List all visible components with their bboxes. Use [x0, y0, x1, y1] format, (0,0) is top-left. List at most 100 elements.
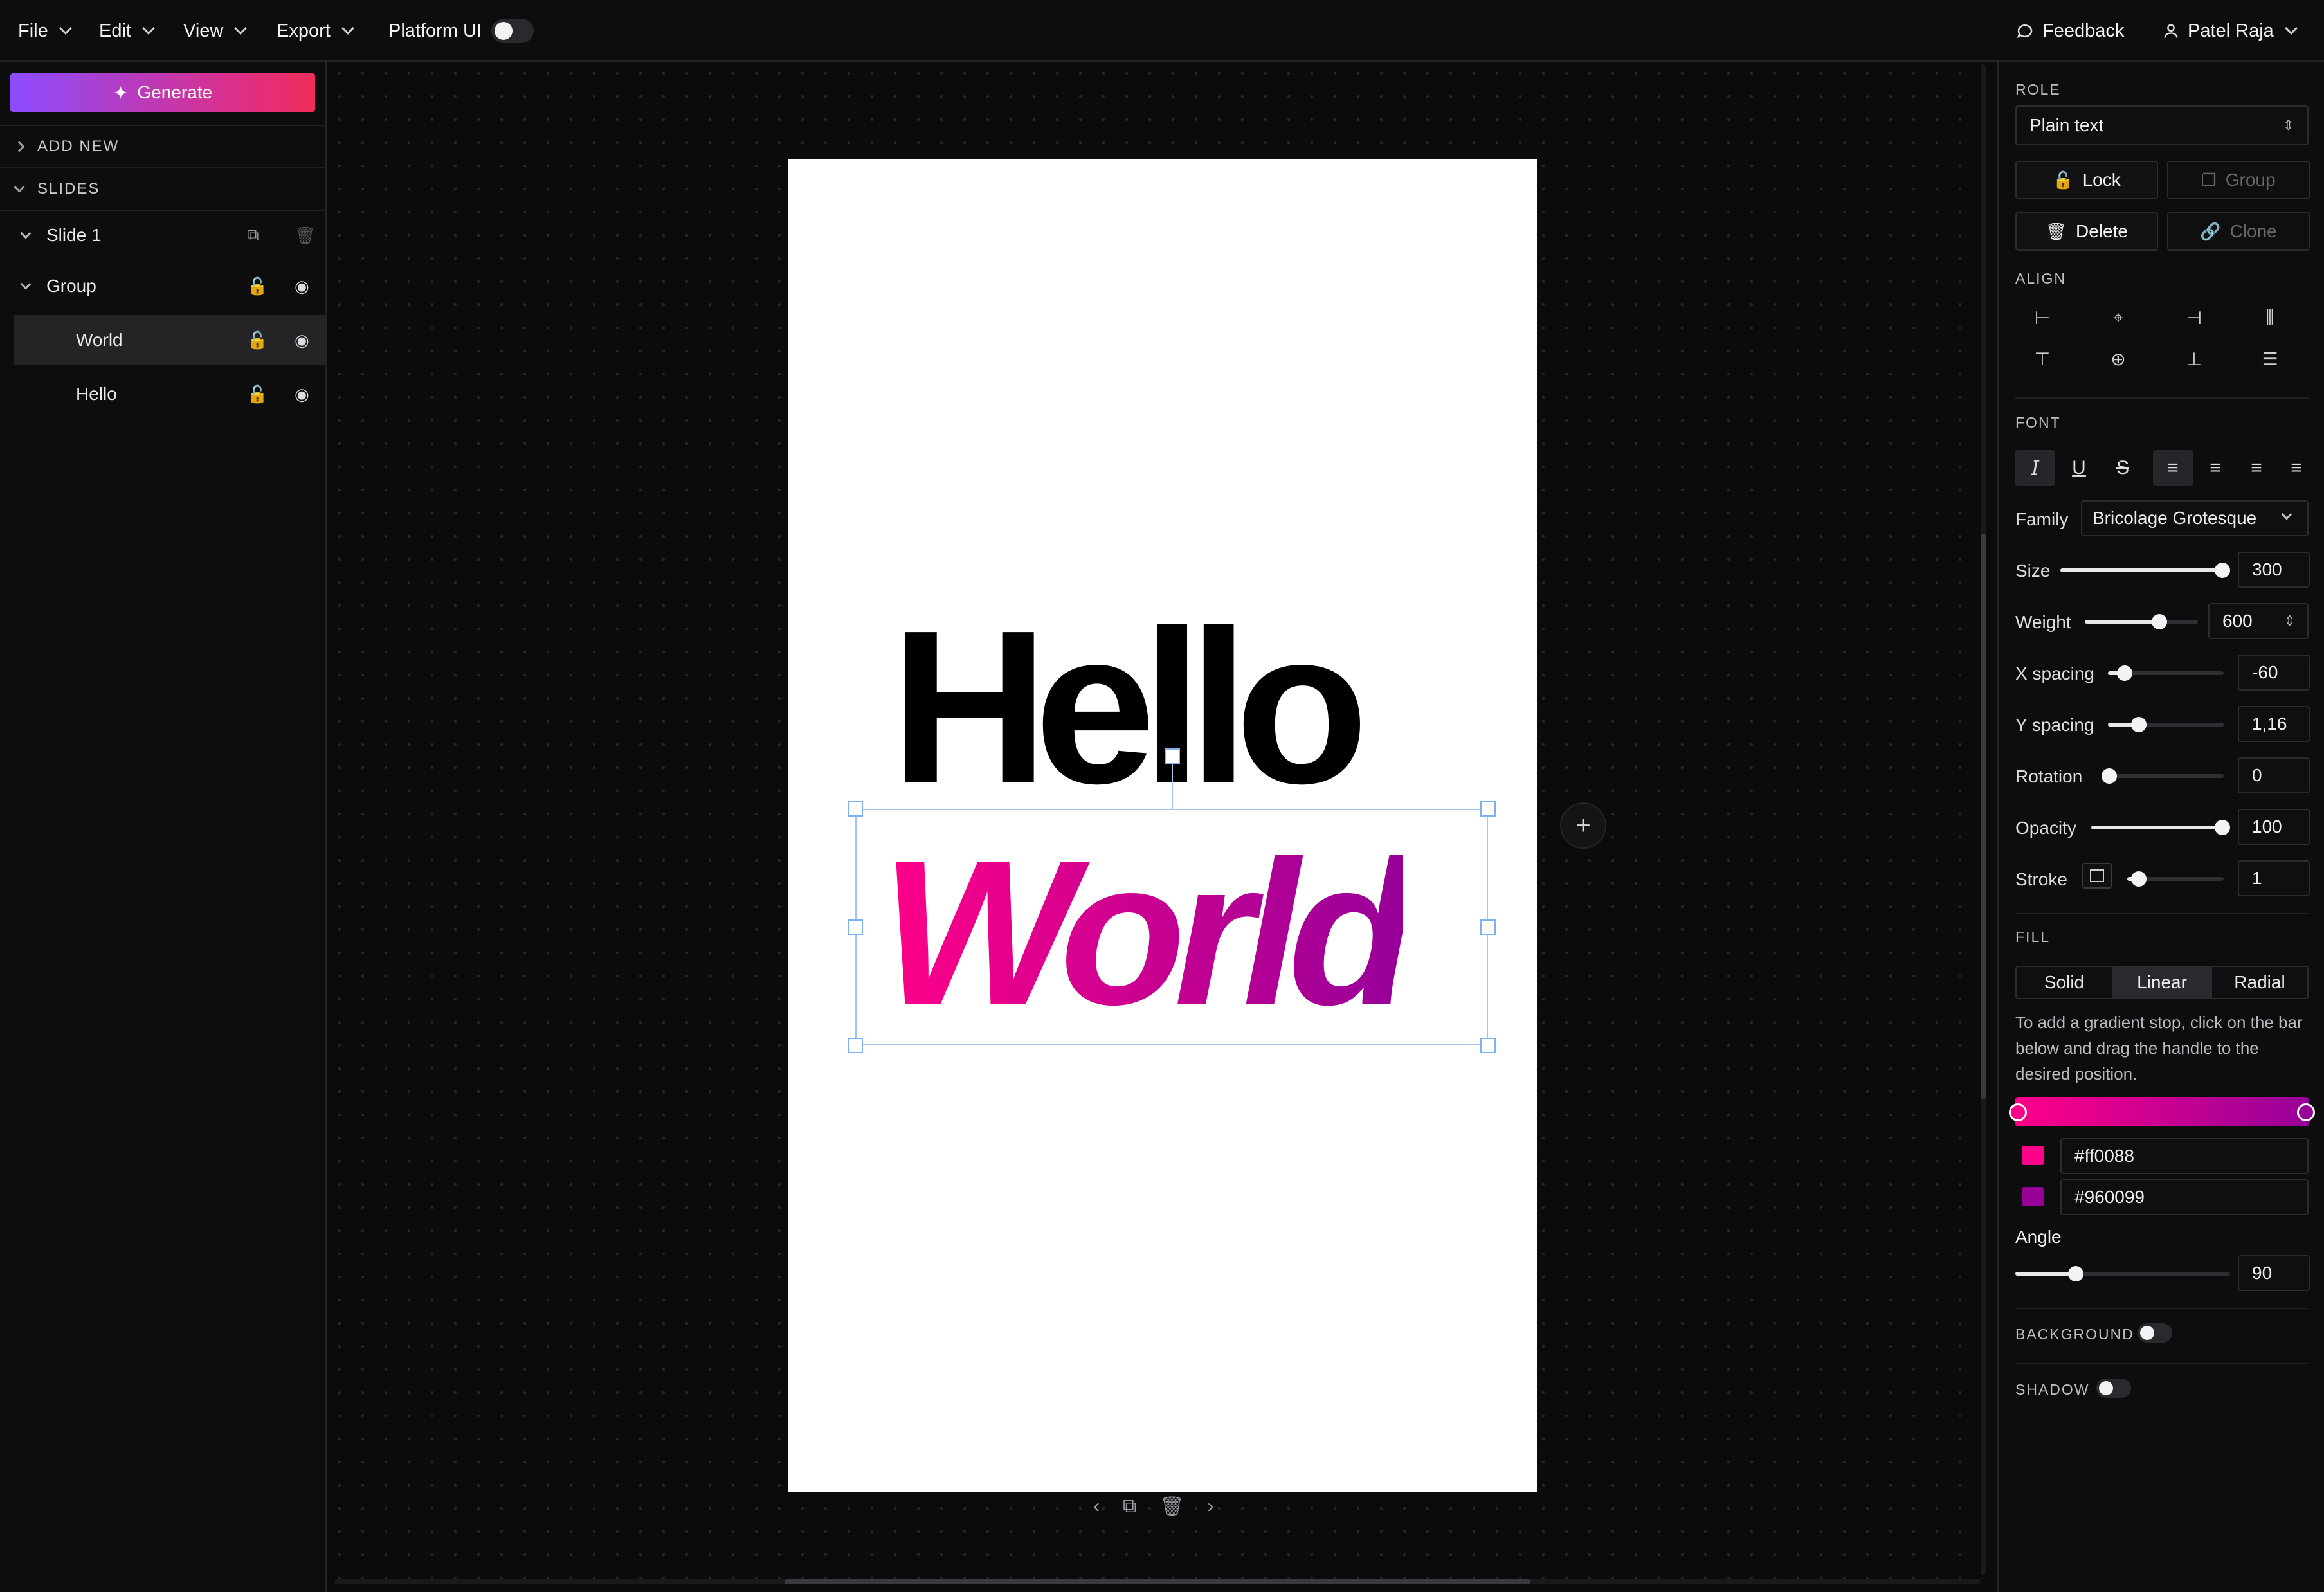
- generate-button[interactable]: ✦ Generate: [10, 73, 315, 112]
- align-bottom-icon[interactable]: ⊥: [2181, 348, 2207, 370]
- vertical-scrollbar[interactable]: [1981, 64, 1986, 1575]
- scrollbar-thumb[interactable]: [1981, 534, 1986, 1099]
- text-align-left-icon[interactable]: ≡: [2153, 450, 2193, 486]
- delete-button[interactable]: 🗑 Delete: [2015, 212, 2158, 251]
- layer-slide-1[interactable]: Slide 1 ⧉ 🗑: [0, 210, 325, 260]
- slider-knob[interactable]: [2131, 871, 2147, 887]
- stop2-hex-input[interactable]: #960099: [2060, 1179, 2309, 1215]
- file-menu[interactable]: File: [18, 0, 72, 62]
- y-spacing-input[interactable]: 1,16: [2238, 706, 2310, 742]
- duplicate-icon[interactable]: ⧉: [1123, 1496, 1136, 1518]
- stop2-color-swatch[interactable]: [2022, 1187, 2044, 1206]
- align-top-icon[interactable]: ⊤: [2029, 348, 2055, 370]
- unlock-icon: 🔓: [2053, 170, 2074, 190]
- stop1-color-swatch[interactable]: [2022, 1146, 2044, 1165]
- slides-section[interactable]: SLIDES: [0, 167, 325, 210]
- platform-ui-toggle[interactable]: [491, 19, 534, 43]
- background-toggle[interactable]: [2138, 1323, 2172, 1343]
- properties-panel: ROLE Plain text ⇕ 🔓 Lock ❐ Group 🗑 Delete 🔗…: [1997, 62, 2324, 1592]
- group-button[interactable]: ❐ Group: [2167, 161, 2310, 199]
- align-left-icon[interactable]: ⊢: [2029, 307, 2055, 329]
- angle-slider[interactable]: [2015, 1266, 2230, 1281]
- resize-handle-top-left[interactable]: [848, 801, 863, 817]
- font-family-select[interactable]: Bricolage Grotesque: [2081, 500, 2309, 536]
- add-slide-button[interactable]: +: [1560, 802, 1606, 849]
- rotation-input[interactable]: 0: [2238, 757, 2310, 793]
- resize-handle-top-right[interactable]: [1480, 801, 1496, 817]
- slider-knob[interactable]: [2117, 665, 2132, 681]
- slider-knob[interactable]: [2215, 563, 2230, 578]
- weight-slider[interactable]: [2085, 614, 2198, 629]
- role-select[interactable]: Plain text ⇕: [2015, 105, 2309, 145]
- opacity-slider[interactable]: [2091, 820, 2230, 835]
- user-menu[interactable]: Patel Raja: [2162, 0, 2298, 62]
- text-align-center-icon[interactable]: ≡: [2195, 450, 2235, 486]
- layer-world[interactable]: World 🔓 ◉: [14, 315, 327, 365]
- y-spacing-slider[interactable]: [2108, 717, 2224, 732]
- fill-radial-tab[interactable]: Radial: [2211, 966, 2309, 999]
- horizontal-scrollbar[interactable]: [334, 1579, 1981, 1584]
- clone-button[interactable]: 🔗 Clone: [2167, 212, 2310, 251]
- gradient-stop-handle[interactable]: [2009, 1103, 2027, 1121]
- slider-knob[interactable]: [2068, 1266, 2083, 1281]
- chevron-right-icon[interactable]: ›: [1208, 1496, 1214, 1518]
- angle-input[interactable]: 90: [2238, 1255, 2310, 1291]
- shadow-toggle[interactable]: [2096, 1379, 2131, 1398]
- gradient-bar[interactable]: [2015, 1097, 2309, 1126]
- chevron-right-icon: [14, 141, 25, 152]
- resize-handle-right[interactable]: [1480, 919, 1496, 935]
- size-slider[interactable]: [2060, 563, 2230, 578]
- distribute-vertical-icon[interactable]: ☰: [2257, 348, 2283, 370]
- weight-input[interactable]: 600 ⇕: [2208, 603, 2309, 639]
- eye-icon[interactable]: ◉: [295, 330, 309, 350]
- resize-handle-bottom-left[interactable]: [848, 1038, 863, 1053]
- stroke-slider[interactable]: [2127, 871, 2224, 887]
- align-middle-vertical-icon[interactable]: ⊕: [2105, 348, 2131, 370]
- scrollbar-thumb[interactable]: [785, 1579, 1530, 1584]
- view-menu[interactable]: View: [183, 0, 248, 62]
- stroke-color-swatch[interactable]: [2082, 863, 2112, 889]
- lock-button[interactable]: 🔓 Lock: [2015, 161, 2158, 199]
- align-center-horizontal-icon[interactable]: ⌖: [2105, 307, 2131, 329]
- fill-linear-tab[interactable]: Linear: [2113, 966, 2211, 999]
- eye-icon[interactable]: ◉: [295, 384, 309, 404]
- slider-knob[interactable]: [2102, 768, 2117, 784]
- export-menu[interactable]: Export: [277, 0, 354, 62]
- text-align-right-icon[interactable]: ≡: [2237, 450, 2276, 486]
- feedback-button[interactable]: Feedback: [2015, 0, 2124, 62]
- trash-icon[interactable]: 🗑: [1159, 1496, 1184, 1518]
- layer-hello[interactable]: Hello 🔓 ◉: [14, 369, 327, 419]
- stop1-hex-input[interactable]: #ff0088: [2060, 1138, 2309, 1174]
- rotation-handle[interactable]: [1165, 748, 1180, 764]
- slider-knob[interactable]: [2152, 614, 2167, 629]
- add-new-section[interactable]: ADD NEW: [0, 125, 325, 167]
- opacity-input[interactable]: 100: [2238, 809, 2310, 845]
- duplicate-icon[interactable]: ⧉: [247, 225, 259, 246]
- chevron-left-icon[interactable]: ‹: [1093, 1496, 1100, 1518]
- eye-icon[interactable]: ◉: [295, 276, 309, 296]
- slider-knob[interactable]: [2215, 820, 2230, 835]
- slider-knob[interactable]: [2131, 717, 2147, 732]
- hello-text[interactable]: Hello: [891, 598, 1368, 817]
- x-spacing-input[interactable]: -60: [2238, 655, 2310, 691]
- text-justify-icon[interactable]: ≡: [2276, 450, 2316, 486]
- distribute-horizontal-icon[interactable]: ⫼: [2257, 307, 2283, 329]
- size-input[interactable]: 300: [2238, 552, 2310, 588]
- italic-icon[interactable]: I: [2015, 450, 2055, 486]
- edit-menu[interactable]: Edit: [99, 0, 155, 62]
- rotation-slider[interactable]: [2102, 768, 2224, 784]
- unlock-icon[interactable]: 🔓: [247, 330, 268, 350]
- unlock-icon[interactable]: 🔓: [247, 384, 268, 404]
- strikethrough-icon[interactable]: S: [2103, 450, 2143, 486]
- underline-icon[interactable]: U: [2059, 450, 2099, 486]
- unlock-icon[interactable]: 🔓: [247, 276, 268, 296]
- align-right-icon[interactable]: ⊣: [2181, 307, 2207, 329]
- trash-icon[interactable]: 🗑: [295, 226, 316, 246]
- resize-handle-bottom-right[interactable]: [1480, 1038, 1496, 1053]
- gradient-stop-handle[interactable]: [2297, 1103, 2315, 1121]
- stroke-input[interactable]: 1: [2238, 860, 2310, 896]
- x-spacing-slider[interactable]: [2108, 665, 2224, 681]
- fill-solid-tab[interactable]: Solid: [2015, 966, 2113, 999]
- layer-group[interactable]: Group 🔓 ◉: [0, 261, 325, 311]
- resize-handle-left[interactable]: [848, 919, 863, 935]
